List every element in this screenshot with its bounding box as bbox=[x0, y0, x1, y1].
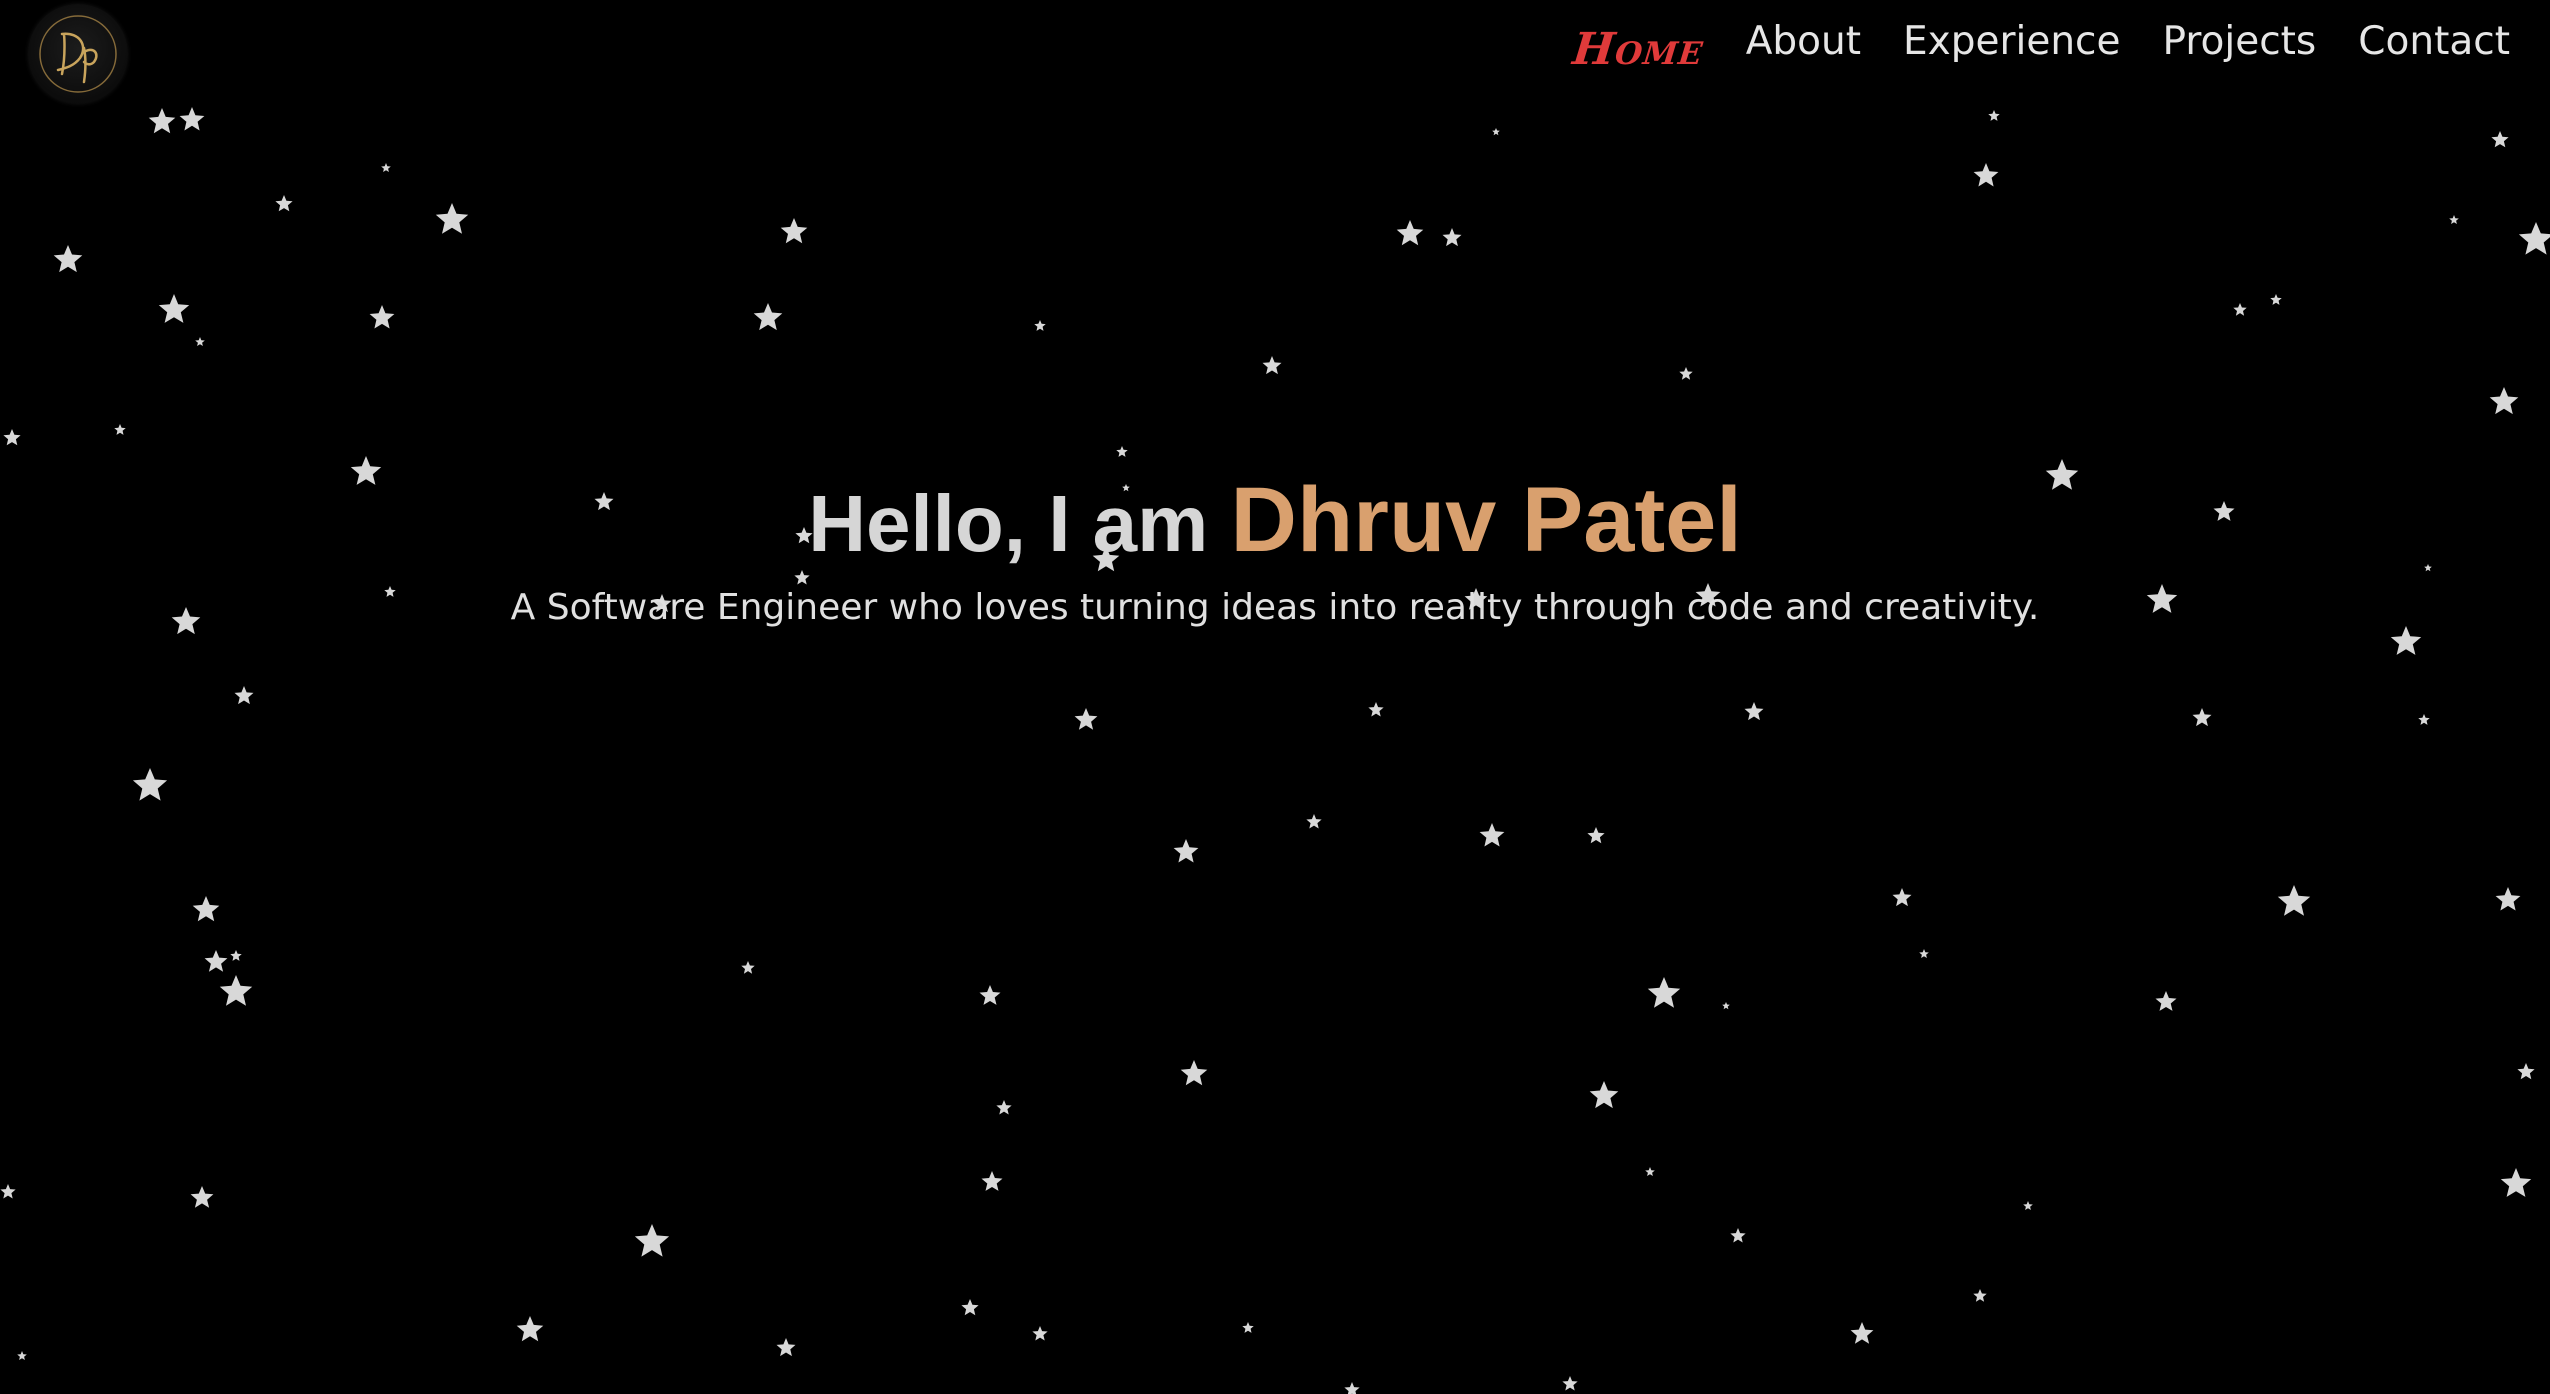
star-icon bbox=[2418, 714, 2430, 725]
star-icon bbox=[1368, 702, 1384, 717]
logo[interactable] bbox=[28, 4, 128, 104]
star-icon bbox=[381, 163, 391, 172]
star-icon bbox=[634, 1224, 670, 1257]
star-icon bbox=[1679, 367, 1693, 380]
star-icon bbox=[1242, 1322, 1254, 1333]
hero-title: Hello, I am Dhruv Patel bbox=[0, 470, 2550, 574]
star-icon bbox=[1306, 814, 1322, 829]
star-icon bbox=[1180, 1060, 1208, 1086]
star-icon bbox=[1730, 1228, 1746, 1243]
hero-section: Hello, I am Dhruv Patel A Software Engin… bbox=[0, 470, 2550, 634]
star-icon bbox=[1589, 1081, 1619, 1109]
star-icon bbox=[2495, 887, 2521, 911]
star-icon bbox=[979, 985, 1001, 1005]
star-icon bbox=[17, 1351, 27, 1360]
nav-contact-link[interactable]: Contact bbox=[2358, 14, 2510, 70]
star-icon bbox=[2518, 222, 2550, 255]
star-icon bbox=[1587, 827, 1605, 844]
star-icon bbox=[1744, 702, 1764, 721]
nav-about-link[interactable]: About bbox=[1746, 14, 1861, 70]
star-icon bbox=[961, 1299, 979, 1316]
star-icon bbox=[1973, 1289, 1987, 1302]
star-icon bbox=[2489, 387, 2519, 415]
star-icon bbox=[1034, 320, 1046, 331]
star-icon bbox=[1722, 1002, 1730, 1010]
star-icon bbox=[1973, 163, 1999, 187]
star-icon bbox=[2155, 991, 2177, 1011]
star-icon bbox=[1074, 708, 1098, 730]
hero-tagline: A Software Engineer who loves turning id… bbox=[510, 587, 2040, 628]
starfield-background bbox=[0, 107, 2550, 1394]
star-icon bbox=[1647, 977, 1681, 1008]
star-icon bbox=[1479, 823, 1505, 847]
star-icon bbox=[53, 245, 83, 273]
nav-experience-link[interactable]: Experience bbox=[1903, 14, 2121, 70]
star-icon bbox=[234, 686, 254, 705]
star-icon bbox=[192, 896, 220, 922]
star-icon bbox=[996, 1100, 1012, 1115]
hero-name: Dhruv Patel bbox=[1230, 469, 1742, 571]
logo-monogram-icon bbox=[39, 15, 117, 93]
star-icon bbox=[1116, 446, 1128, 457]
star-icon bbox=[516, 1316, 544, 1342]
star-icon bbox=[2277, 885, 2311, 916]
star-icon bbox=[2491, 131, 2509, 148]
star-icon bbox=[2192, 708, 2212, 727]
star-icon bbox=[1442, 228, 1462, 247]
star-icon bbox=[1262, 356, 1282, 375]
star-icon bbox=[1562, 1376, 1578, 1391]
star-icon bbox=[1892, 888, 1912, 907]
star-icon bbox=[204, 950, 228, 972]
star-icon bbox=[1173, 839, 1199, 863]
star-icon bbox=[190, 1186, 214, 1208]
hero-greeting: Hello, I am bbox=[808, 479, 1209, 568]
star-icon bbox=[275, 195, 293, 212]
page: Home About Experience Projects Contact H… bbox=[0, 0, 2550, 1394]
star-icon bbox=[2233, 303, 2247, 316]
star-icon bbox=[148, 108, 176, 134]
star-icon bbox=[1032, 1326, 1048, 1341]
star-icon bbox=[0, 1184, 16, 1199]
star-icon bbox=[114, 424, 126, 435]
main-nav: Home About Experience Projects Contact bbox=[1571, 14, 2510, 75]
star-icon bbox=[753, 303, 783, 331]
star-icon bbox=[132, 768, 168, 801]
star-icon bbox=[1396, 220, 1424, 246]
star-icon bbox=[1919, 949, 1929, 958]
star-icon bbox=[1850, 1322, 1874, 1344]
star-icon bbox=[2023, 1201, 2033, 1210]
star-icon bbox=[1645, 1167, 1655, 1176]
star-icon bbox=[780, 218, 808, 244]
star-icon bbox=[3, 429, 21, 446]
star-icon bbox=[435, 203, 469, 234]
star-icon bbox=[776, 1338, 796, 1357]
star-icon bbox=[2517, 1063, 2535, 1080]
star-icon bbox=[195, 337, 205, 346]
star-icon bbox=[158, 294, 190, 323]
star-icon bbox=[219, 975, 253, 1006]
star-icon bbox=[741, 961, 755, 974]
star-icon bbox=[369, 305, 395, 329]
star-icon bbox=[981, 1171, 1003, 1191]
star-icon bbox=[230, 950, 242, 961]
star-icon bbox=[179, 107, 205, 131]
star-icon bbox=[1988, 110, 2000, 121]
nav-projects-link[interactable]: Projects bbox=[2163, 14, 2317, 70]
nav-home-link[interactable]: Home bbox=[1570, 22, 1707, 78]
star-icon bbox=[2270, 294, 2282, 305]
star-icon bbox=[1492, 128, 1500, 136]
star-icon bbox=[1344, 1382, 1360, 1394]
star-icon bbox=[2449, 215, 2459, 224]
star-icon bbox=[2500, 1168, 2532, 1197]
